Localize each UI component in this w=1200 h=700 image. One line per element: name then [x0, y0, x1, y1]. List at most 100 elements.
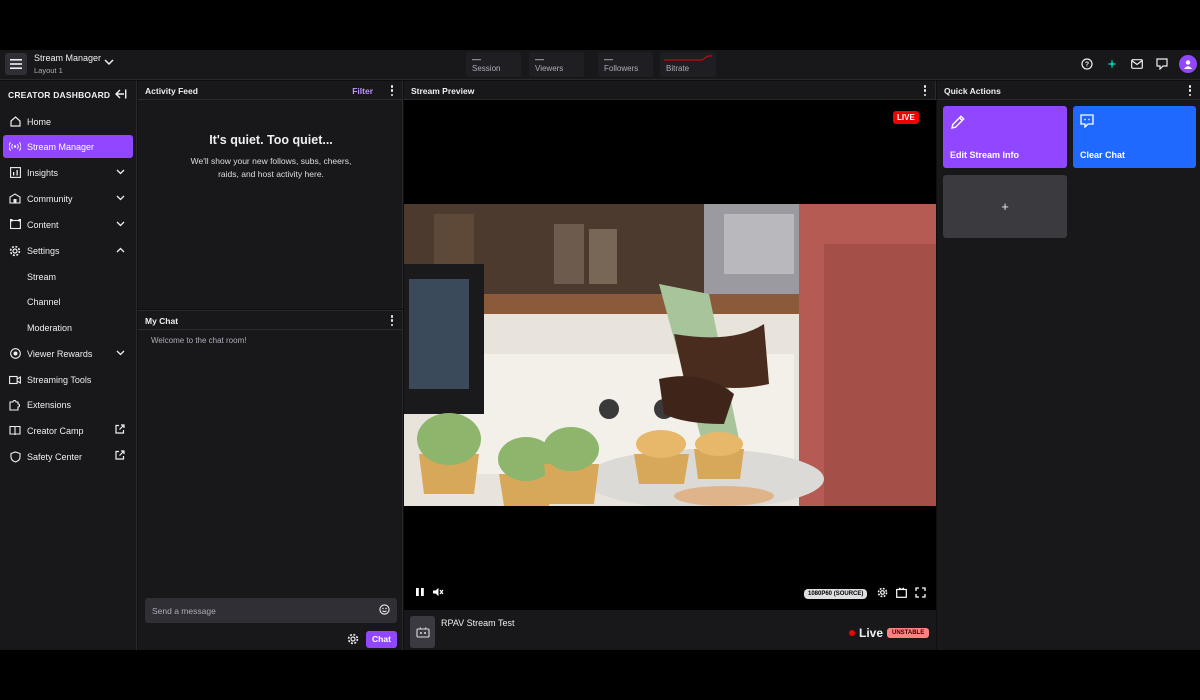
content-icon [9, 219, 21, 231]
external-link-icon [115, 450, 125, 462]
help-icon[interactable]: ? [1079, 56, 1095, 72]
sidebar-item-settings[interactable]: Settings [3, 239, 133, 262]
top-bar: Stream Manager Layout 1 — Session — View… [0, 50, 1200, 80]
insights-icon [9, 167, 21, 179]
stream-info-bar: RPAV Stream Test Live UNSTABLE [404, 610, 936, 650]
sidebar-item-label: Content [27, 219, 59, 230]
chevron-down-icon[interactable] [104, 58, 114, 69]
sidebar-item-community[interactable]: Community [3, 187, 133, 210]
quality-badge[interactable]: 1080P60 (SOURCE) [804, 589, 868, 599]
popout-icon[interactable] [896, 587, 907, 601]
home-icon [9, 116, 21, 128]
stream-title: RPAV Stream Test [441, 618, 515, 628]
external-link-icon [115, 424, 125, 436]
send-message-input[interactable]: Send a message [145, 598, 397, 623]
chat-bubble-icon [1080, 114, 1094, 131]
stream-health-badge[interactable]: UNSTABLE [887, 628, 930, 638]
sidebar-item-home[interactable]: Home [3, 110, 133, 133]
community-icon [9, 193, 21, 205]
puzzle-icon [9, 399, 21, 411]
more-options-icon[interactable] [390, 315, 394, 326]
more-options-icon[interactable] [1188, 85, 1192, 96]
clear-chat-label: Clear Chat [1080, 150, 1126, 160]
my-chat-header: My Chat [138, 311, 402, 330]
sidebar-item-extensions[interactable]: Extensions [3, 393, 133, 416]
mute-icon[interactable] [432, 587, 444, 600]
bitrate-sparkline [664, 55, 712, 61]
live-dot-icon [849, 630, 855, 636]
emoji-icon[interactable] [379, 604, 390, 617]
stream-manager-title[interactable]: Stream Manager [34, 53, 101, 63]
sidebar-item-viewer-rewards[interactable]: Viewer Rewards [3, 342, 133, 365]
more-options-icon[interactable] [390, 85, 394, 96]
followers-label: Followers [604, 64, 639, 73]
sparkle-icon[interactable] [1104, 56, 1120, 72]
edit-stream-info-button[interactable]: Edit Stream Info [943, 106, 1067, 168]
sidebar-item-insights[interactable]: Insights [3, 161, 133, 184]
video-frame [404, 204, 936, 506]
clear-chat-button[interactable]: Clear Chat [1073, 106, 1196, 168]
viewers-label: Viewers [535, 64, 564, 73]
quick-actions-panel: Quick Actions Edit Stream Info Clear Cha… [937, 81, 1200, 650]
sidebar-item-channel[interactable]: Channel [3, 290, 133, 313]
sidebar-item-label: Channel [27, 296, 61, 307]
viewers-stat[interactable]: — Viewers [529, 52, 584, 77]
sidebar-item-label: Creator Camp [27, 425, 84, 436]
pause-icon[interactable] [415, 587, 425, 600]
menu-icon[interactable] [5, 53, 27, 75]
session-stat[interactable]: — Session [466, 52, 521, 77]
sidebar-item-stream[interactable]: Stream [3, 265, 133, 288]
filter-button[interactable]: Filter [352, 86, 373, 96]
session-value: — [472, 54, 481, 64]
sidebar-item-streaming-tools[interactable]: Streaming Tools [3, 368, 133, 391]
pencil-icon [950, 114, 966, 133]
inbox-icon[interactable] [1129, 56, 1145, 72]
sidebar-item-safety-center[interactable]: Safety Center [3, 445, 133, 468]
sidebar-item-label: Safety Center [27, 451, 83, 462]
chat-settings-icon[interactable] [347, 633, 359, 648]
sidebar-item-label: Viewer Rewards [27, 348, 93, 359]
video-player[interactable]: LIVE 1080P60 (SOURCE) [404, 100, 936, 610]
sidebar-item-creator-camp[interactable]: Creator Camp [3, 419, 133, 442]
avatar[interactable] [1179, 55, 1197, 73]
activity-feed-title: Activity Feed [145, 86, 198, 96]
player-settings-icon[interactable] [877, 587, 888, 601]
fullscreen-icon[interactable] [915, 587, 926, 601]
empty-state-body: We'll show your new follows, subs, cheer… [190, 156, 352, 179]
my-chat-panel: My Chat Welcome to the chat room! Send a… [138, 310, 403, 650]
more-options-icon[interactable] [923, 85, 927, 96]
empty-state-title: It's quiet. Too quiet... [209, 133, 333, 147]
sidebar: CREATOR DASHBOARD Home Stream Manager In… [0, 81, 137, 650]
sidebar-item-label: Extensions [27, 399, 72, 410]
chevron-up-icon [116, 245, 125, 255]
chat-welcome-message: Welcome to the chat room! [151, 336, 247, 345]
followers-value: — [604, 54, 613, 64]
gear-icon [9, 245, 21, 257]
stream-manager-app: Stream Manager Layout 1 — Session — View… [0, 50, 1200, 650]
sidebar-item-content[interactable]: Content [3, 213, 133, 236]
activity-feed-panel: Activity Feed Filter It's quiet. Too qui… [138, 81, 403, 309]
whispers-icon[interactable] [1154, 56, 1170, 72]
bitrate-label: Bitrate [666, 64, 690, 73]
sidebar-item-label: Moderation [27, 322, 73, 333]
svg-text:?: ? [1085, 62, 1089, 69]
cupcake-left [417, 413, 481, 494]
chat-send-button[interactable]: Chat [366, 631, 397, 648]
stream-preview-panel: Stream Preview LIVE 1080P60 (SOURCE) RPA… [404, 81, 936, 650]
stream-preview-header: Stream Preview [404, 81, 935, 100]
sidebar-item-stream-manager[interactable]: Stream Manager [3, 135, 133, 158]
rewards-icon [9, 348, 21, 360]
stream-thumbnail-icon[interactable] [410, 616, 435, 648]
followers-stat[interactable]: — Followers [598, 52, 653, 77]
chevron-down-icon [116, 193, 125, 203]
quick-actions-title: Quick Actions [944, 86, 1001, 96]
bitrate-stat[interactable]: Bitrate [660, 52, 716, 77]
sidebar-item-label: Home [27, 116, 52, 127]
sidebar-item-label: Settings [27, 245, 60, 256]
sidebar-item-label: Community [27, 193, 73, 204]
sidebar-item-moderation[interactable]: Moderation [3, 316, 133, 339]
live-badge: LIVE [893, 111, 919, 124]
collapse-sidebar-icon[interactable] [115, 89, 127, 102]
add-quick-action-button[interactable]: + [943, 175, 1067, 238]
session-label: Session [472, 64, 501, 73]
